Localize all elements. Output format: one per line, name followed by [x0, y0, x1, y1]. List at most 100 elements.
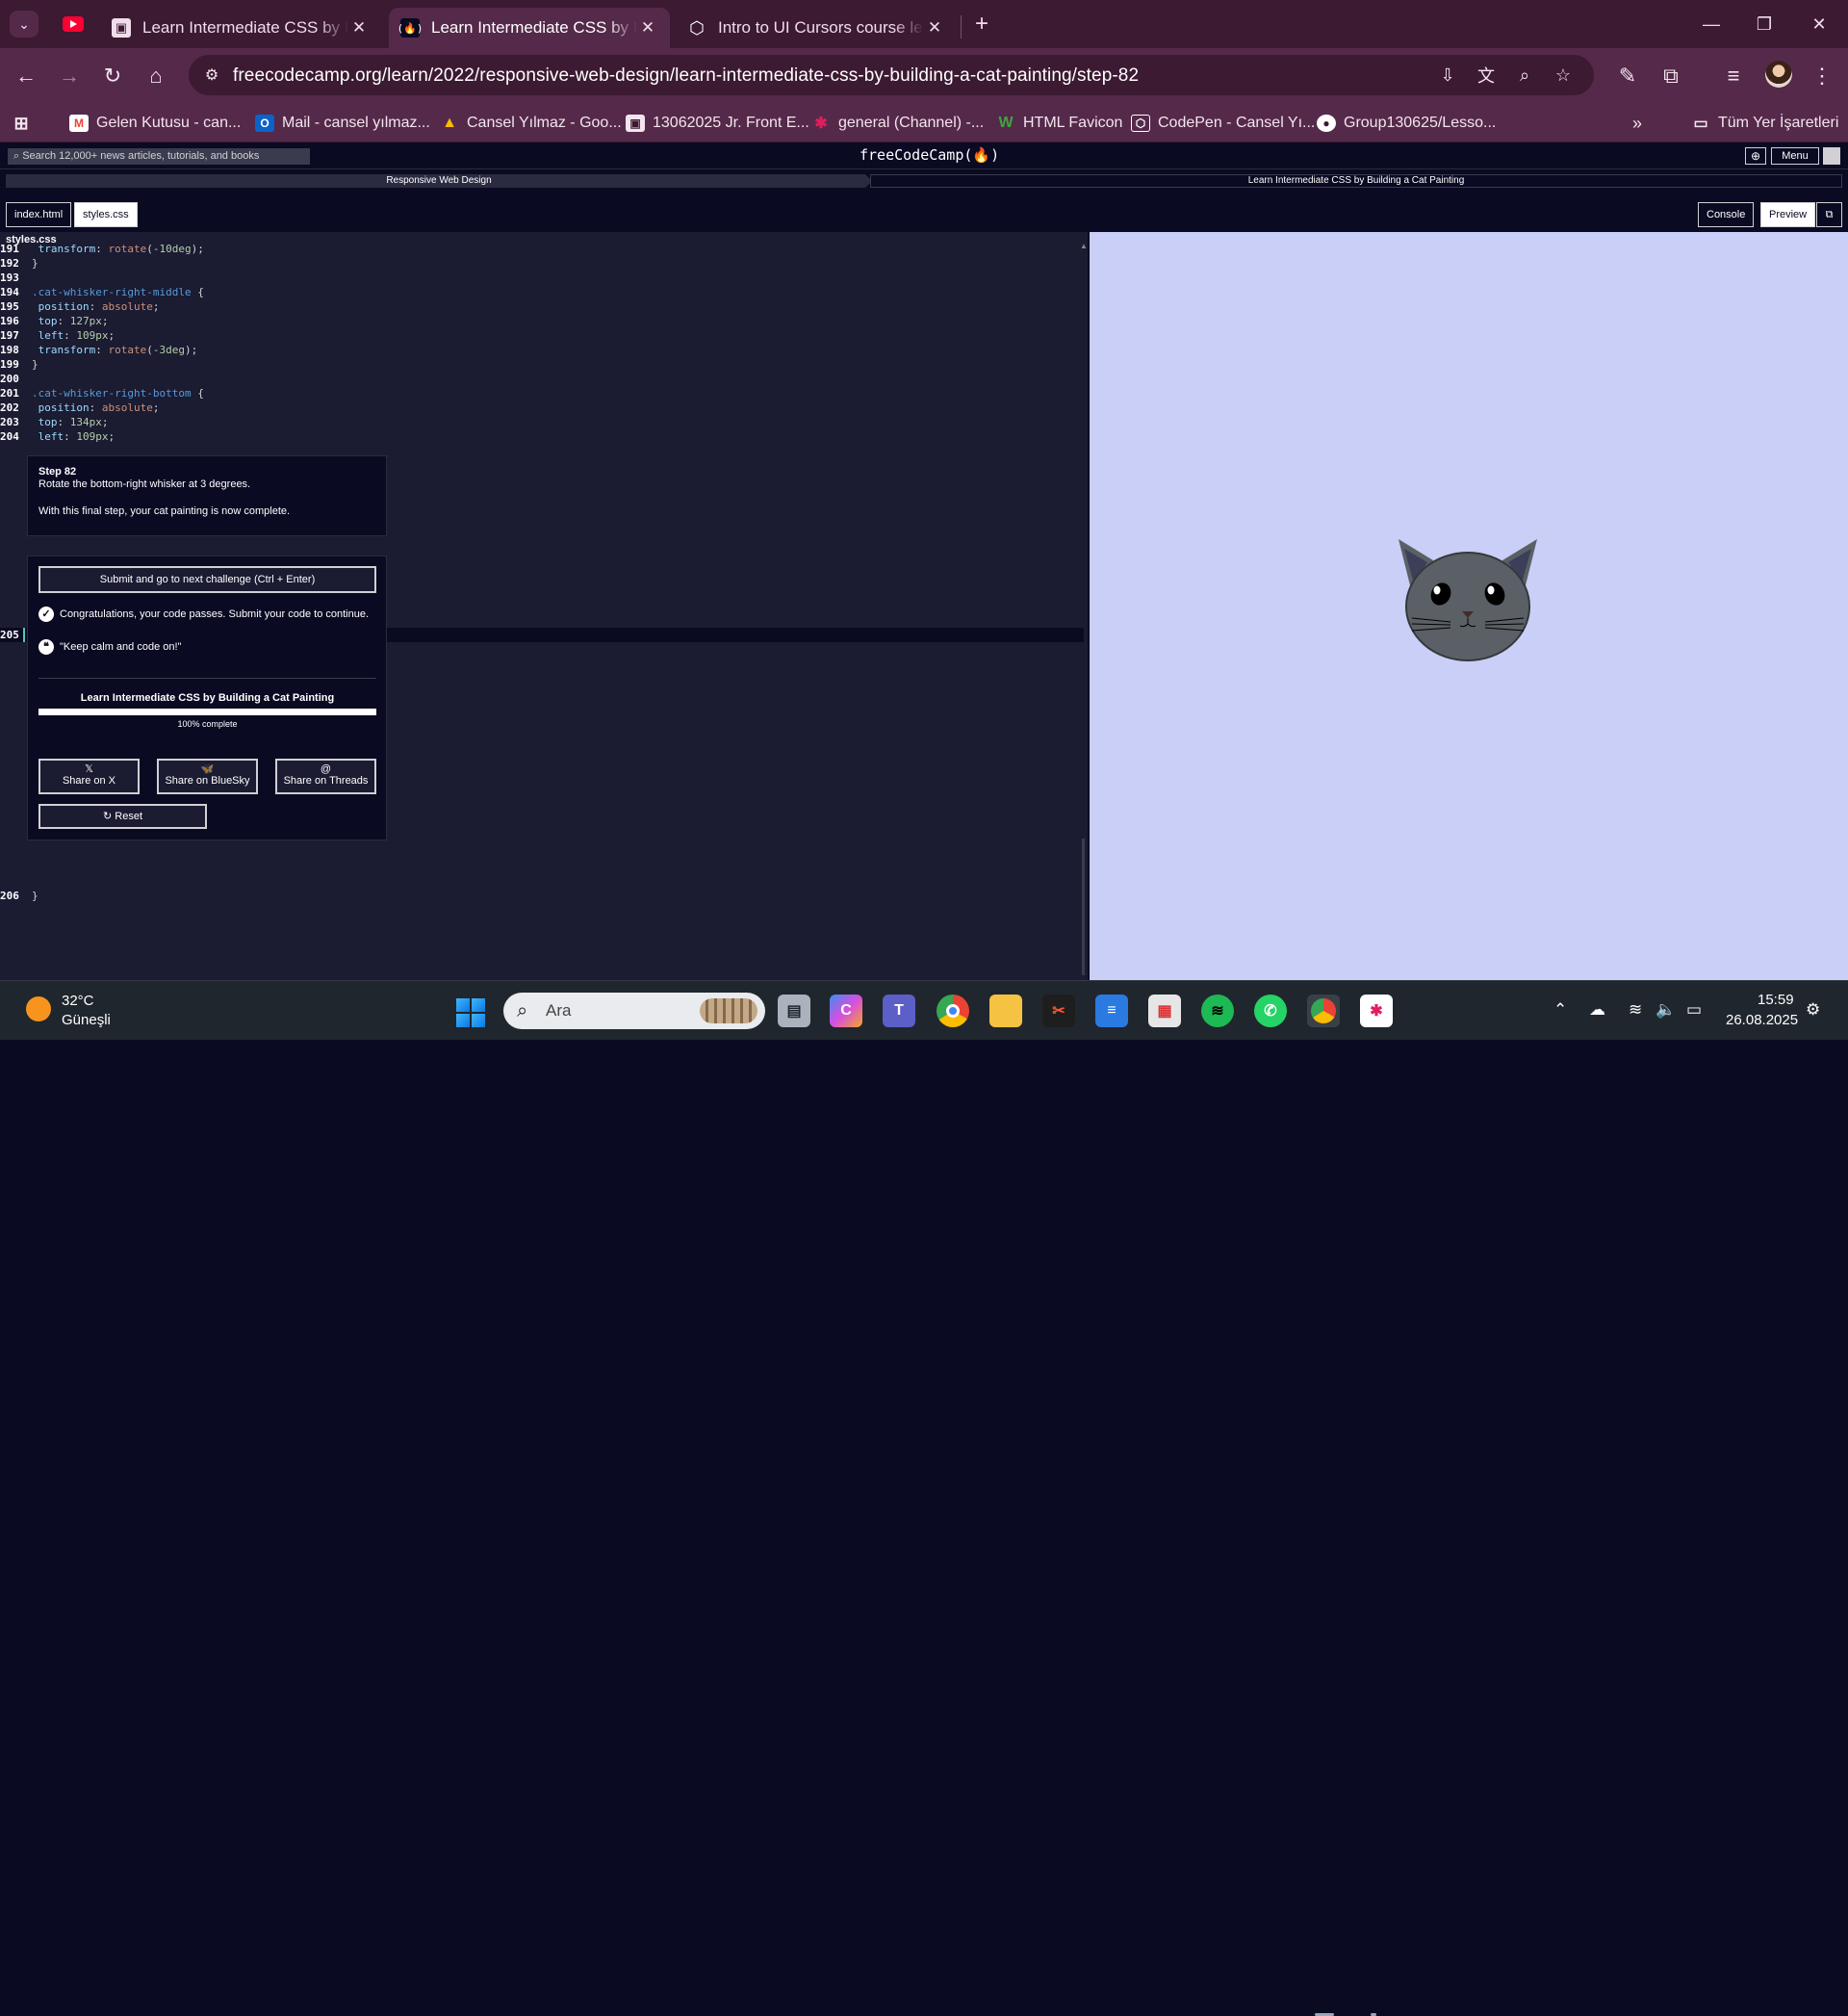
site-info-icon[interactable]: ⚙	[200, 64, 223, 87]
bookmark-codepen[interactable]: ⬡ CodePen - Cansel Yı...	[1131, 112, 1315, 135]
bookmark-outlook[interactable]: O Mail - cansel yılmaz...	[255, 112, 430, 135]
bookmark-star-icon[interactable]: ☆	[1551, 64, 1576, 87]
code-line[interactable]: 199}	[0, 357, 1084, 372]
breadcrumb-superblock[interactable]: Responsive Web Design	[6, 174, 872, 188]
browser-tab-1[interactable]: ▣ Learn Intermediate CSS by Build ✕	[100, 8, 381, 48]
code-line[interactable]: 193	[0, 271, 1084, 285]
share-on-threads-button[interactable]: @ Share on Threads	[275, 759, 376, 794]
code-line[interactable]: 194 .cat-whisker-right-middle {	[0, 285, 1084, 299]
code-line[interactable]: 198 transform: rotate(-3deg);	[0, 343, 1084, 357]
code-editor[interactable]: styles.css 191 transform: rotate(-10deg)…	[0, 232, 1088, 980]
restore-icon[interactable]: ❐	[1745, 10, 1784, 39]
reload-icon[interactable]: ↻	[98, 62, 127, 90]
code-line[interactable]: 204 left: 109px;	[0, 429, 1084, 444]
new-tab-button[interactable]: +	[968, 12, 995, 39]
notepad-icon[interactable]: ≡	[1095, 995, 1128, 1027]
code-line[interactable]: 195 position: absolute;	[0, 299, 1084, 314]
capture-tool-icon[interactable]: ▦	[1148, 995, 1181, 1027]
forward-icon[interactable]: →	[55, 62, 84, 90]
language-globe-icon[interactable]: ⊕	[1745, 147, 1766, 165]
chrome-profile-icon[interactable]	[1307, 995, 1340, 1027]
bookmark-meeting[interactable]: ▣ 13062025 Jr. Front E...	[626, 112, 809, 135]
slack-icon[interactable]: ✱	[1360, 995, 1393, 1027]
volume-icon[interactable]: 🔈	[1656, 1000, 1676, 1020]
code-line[interactable]: 191 transform: rotate(-10deg);	[0, 242, 1084, 256]
preview-button[interactable]: Preview	[1760, 202, 1816, 227]
show-hidden-icons-chevron[interactable]: ⌃	[1553, 1000, 1567, 1020]
bookmark-gmail[interactable]: M Gelen Kutusu - can...	[69, 112, 241, 135]
tab-search-button[interactable]: ⌄	[10, 11, 38, 38]
weather-temperature[interactable]: 32°C	[62, 993, 94, 1009]
close-window-icon[interactable]: ✕	[1800, 10, 1838, 39]
address-bar[interactable]: ⚙ freecodecamp.org/learn/2022/responsive…	[189, 55, 1594, 95]
close-tab-icon[interactable]: ✕	[924, 18, 945, 38]
breadcrumb-block[interactable]: Learn Intermediate CSS by Building a Cat…	[870, 174, 1842, 188]
code-line[interactable]: 197 left: 109px;	[0, 328, 1084, 343]
home-icon[interactable]: ⌂	[141, 62, 170, 90]
spotify-icon[interactable]: ≋	[1201, 995, 1234, 1027]
fcc-logo[interactable]: freeCodeCamp(🔥)	[860, 146, 999, 164]
translate-icon[interactable]: 文	[1474, 64, 1499, 87]
user-avatar[interactable]	[1823, 147, 1840, 165]
news-search-input[interactable]: ⌕ Search 12,000+ news articles, tutorial…	[8, 148, 310, 165]
bookmark-slack[interactable]: ✱ general (Channel) -...	[811, 112, 984, 135]
windows-start-icon[interactable]	[456, 998, 485, 1027]
eyedropper-extension-icon[interactable]: ✎	[1613, 62, 1642, 90]
code-line[interactable]: 203 top: 134px;	[0, 415, 1084, 429]
menu-button[interactable]: Menu	[1771, 147, 1819, 165]
teams-icon[interactable]: T	[883, 995, 915, 1027]
whatsapp-icon[interactable]: ✆	[1254, 995, 1287, 1027]
share-on-x-button[interactable]: 𝕏 Share on X	[38, 759, 140, 794]
clock-time[interactable]: 15:59	[1758, 992, 1794, 1008]
editor-scrollbar[interactable]	[1082, 839, 1085, 975]
profile-avatar[interactable]	[1765, 61, 1792, 88]
notifications-icon[interactable]: ⚙	[1806, 1000, 1820, 1020]
apps-grid-icon[interactable]: ⊞	[12, 112, 38, 135]
youtube-pinned-tab[interactable]	[56, 13, 90, 35]
search-icon: ⌕	[517, 1000, 528, 1021]
zoom-icon[interactable]: ⌕	[1512, 64, 1537, 87]
more-bookmarks-icon[interactable]: »	[1632, 112, 1642, 135]
submit-next-challenge-button[interactable]: Submit and go to next challenge (Ctrl + …	[38, 566, 376, 593]
console-button[interactable]: Console	[1698, 202, 1755, 227]
all-bookmarks-folder[interactable]: ▭ Tüm Yer İşaretleri	[1691, 112, 1838, 135]
clock-date[interactable]: 26.08.2025	[1726, 1012, 1798, 1028]
bookmark-github[interactable]: ● Group130625/Lesso...	[1317, 112, 1496, 135]
code-line[interactable]: 202 position: absolute;	[0, 401, 1084, 415]
extensions-icon[interactable]: ⧉	[1656, 62, 1685, 90]
reset-button[interactable]: ↻ Reset	[38, 804, 207, 829]
scroll-up-icon[interactable]: ▲	[1080, 242, 1088, 250]
wifi-icon[interactable]: ≋	[1629, 1000, 1642, 1020]
back-icon[interactable]: ←	[12, 62, 40, 90]
sun-icon[interactable]	[26, 996, 51, 1021]
code-line[interactable]: 192}	[0, 256, 1084, 271]
preview-popout-icon[interactable]: ⧉	[1816, 202, 1842, 227]
close-tab-icon[interactable]: ✕	[348, 18, 370, 38]
tab-styles-css[interactable]: styles.css	[74, 202, 138, 227]
media-controls-icon[interactable]: ≡	[1719, 62, 1748, 90]
minimize-icon[interactable]: —	[1692, 10, 1731, 39]
browser-tab-2-active[interactable]: (🔥) Learn Intermediate CSS by Build ✕	[389, 8, 670, 48]
battery-icon[interactable]: ▭	[1686, 1000, 1702, 1020]
chrome-icon[interactable]	[937, 995, 969, 1027]
onedrive-icon[interactable]: ☁	[1589, 1000, 1605, 1020]
install-app-icon[interactable]: ⇩	[1435, 64, 1460, 87]
file-explorer-icon[interactable]	[989, 995, 1022, 1027]
share-on-bluesky-button[interactable]: 🦋 Share on BlueSky	[157, 759, 258, 794]
tab-index-html[interactable]: index.html	[6, 202, 72, 227]
bookmark-drive[interactable]: ▲ Cansel Yılmaz - Goo...	[440, 112, 622, 135]
url-text[interactable]: freecodecamp.org/learn/2022/responsive-w…	[233, 65, 1139, 87]
weather-condition[interactable]: Güneşli	[62, 1012, 111, 1028]
bookmark-favicon[interactable]: W HTML Favicon	[996, 112, 1122, 135]
code-line[interactable]: 200	[0, 372, 1084, 386]
taskbar-search-box[interactable]: ⌕ Ara	[503, 993, 765, 1029]
close-tab-icon[interactable]: ✕	[637, 18, 658, 38]
code-line[interactable]: 196 top: 127px;	[0, 314, 1084, 328]
browser-tab-3[interactable]: ⬡ Intro to UI Cursors course lesso ✕	[676, 8, 957, 48]
copilot-icon[interactable]: C	[830, 995, 862, 1027]
more-menu-icon[interactable]: ⋮	[1808, 62, 1836, 90]
code-line[interactable]: 201 .cat-whisker-right-bottom {	[0, 386, 1084, 401]
task-view-icon[interactable]: ▤	[778, 995, 810, 1027]
code-line[interactable]: 206}	[0, 889, 1084, 903]
snipping-tool-icon[interactable]: ✂	[1042, 995, 1075, 1027]
